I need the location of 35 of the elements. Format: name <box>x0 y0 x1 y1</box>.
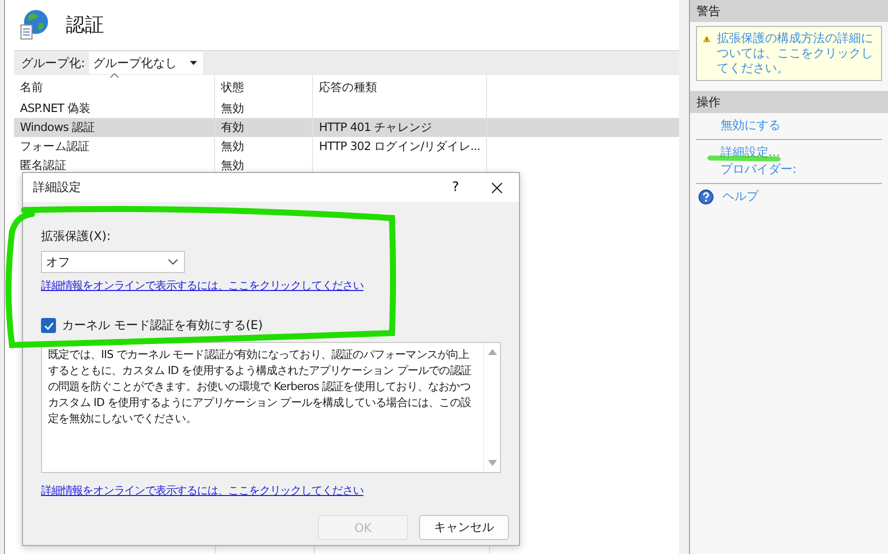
check-icon <box>44 322 54 330</box>
scrollbar[interactable] <box>483 343 500 472</box>
help-button[interactable]: ? <box>452 180 459 195</box>
dialog-button[interactable]: キャンセル <box>419 515 509 540</box>
column-header[interactable]: 状態 <box>215 75 313 99</box>
scroll-up-icon[interactable] <box>488 349 496 355</box>
scroll-down-icon[interactable] <box>488 460 496 466</box>
protection-dropdown[interactable]: オフ <box>41 251 185 273</box>
globe-page-icon <box>19 9 49 41</box>
table-cell: HTTP 302 ログイン/リダイレ... <box>313 137 487 156</box>
group-by-dropdown[interactable]: グループ化なし <box>89 52 204 74</box>
chevron-down-icon <box>168 259 178 265</box>
column-header[interactable]: 名前 <box>14 75 215 99</box>
table-cell: 無効 <box>215 137 313 156</box>
table-row[interactable]: Windows 認証 有効 HTTP 401 チャレンジ <box>14 118 680 137</box>
table-cell: フォーム認証 <box>14 137 215 156</box>
table-row[interactable]: フォーム認証 無効 HTTP 302 ログイン/リダイレ... <box>14 137 680 156</box>
table-cell: HTTP 401 チャレンジ <box>313 118 487 137</box>
section-header: 警告 <box>690 0 888 22</box>
group-by-label: グループ化: <box>21 54 86 72</box>
checkbox[interactable] <box>41 318 56 333</box>
help-icon <box>698 188 714 204</box>
page-title: 認証 <box>66 13 104 38</box>
close-icon[interactable] <box>491 182 503 194</box>
info-link[interactable]: 詳細情報をオンラインで表示するには、ここをクリックしてください <box>41 483 364 498</box>
description-text: 既定では、IIS でカーネル モード認証が有効になっており、認証のパフォーマンスが向上するとともに、カスタム ID を使用するよう構成されたアプリケーション プールでの認証の問題を防ぐことができます。お使いの環境で Kerberos 認証を使用しており、なおかつカスタム ID を使用するようにアプリケーション プールを構成している場合には、この設定を無効にしないでください。 <box>47 347 472 427</box>
section-header: 操作 <box>690 91 888 113</box>
field-label: 拡張保護(X): <box>41 228 111 245</box>
column-header[interactable]: 応答の種類 <box>313 75 487 99</box>
checkbox-label: カーネル モード認証を有効にする(E) <box>62 317 263 334</box>
info-link[interactable]: 詳細情報をオンラインで表示するには、ここをクリックしてください <box>41 278 364 293</box>
table-cell: Windows 認証 <box>14 118 215 137</box>
dropdown-arrow-icon <box>190 61 198 65</box>
dialog-title: 詳細設定 <box>33 179 81 196</box>
table-cell: 有効 <box>215 118 313 137</box>
